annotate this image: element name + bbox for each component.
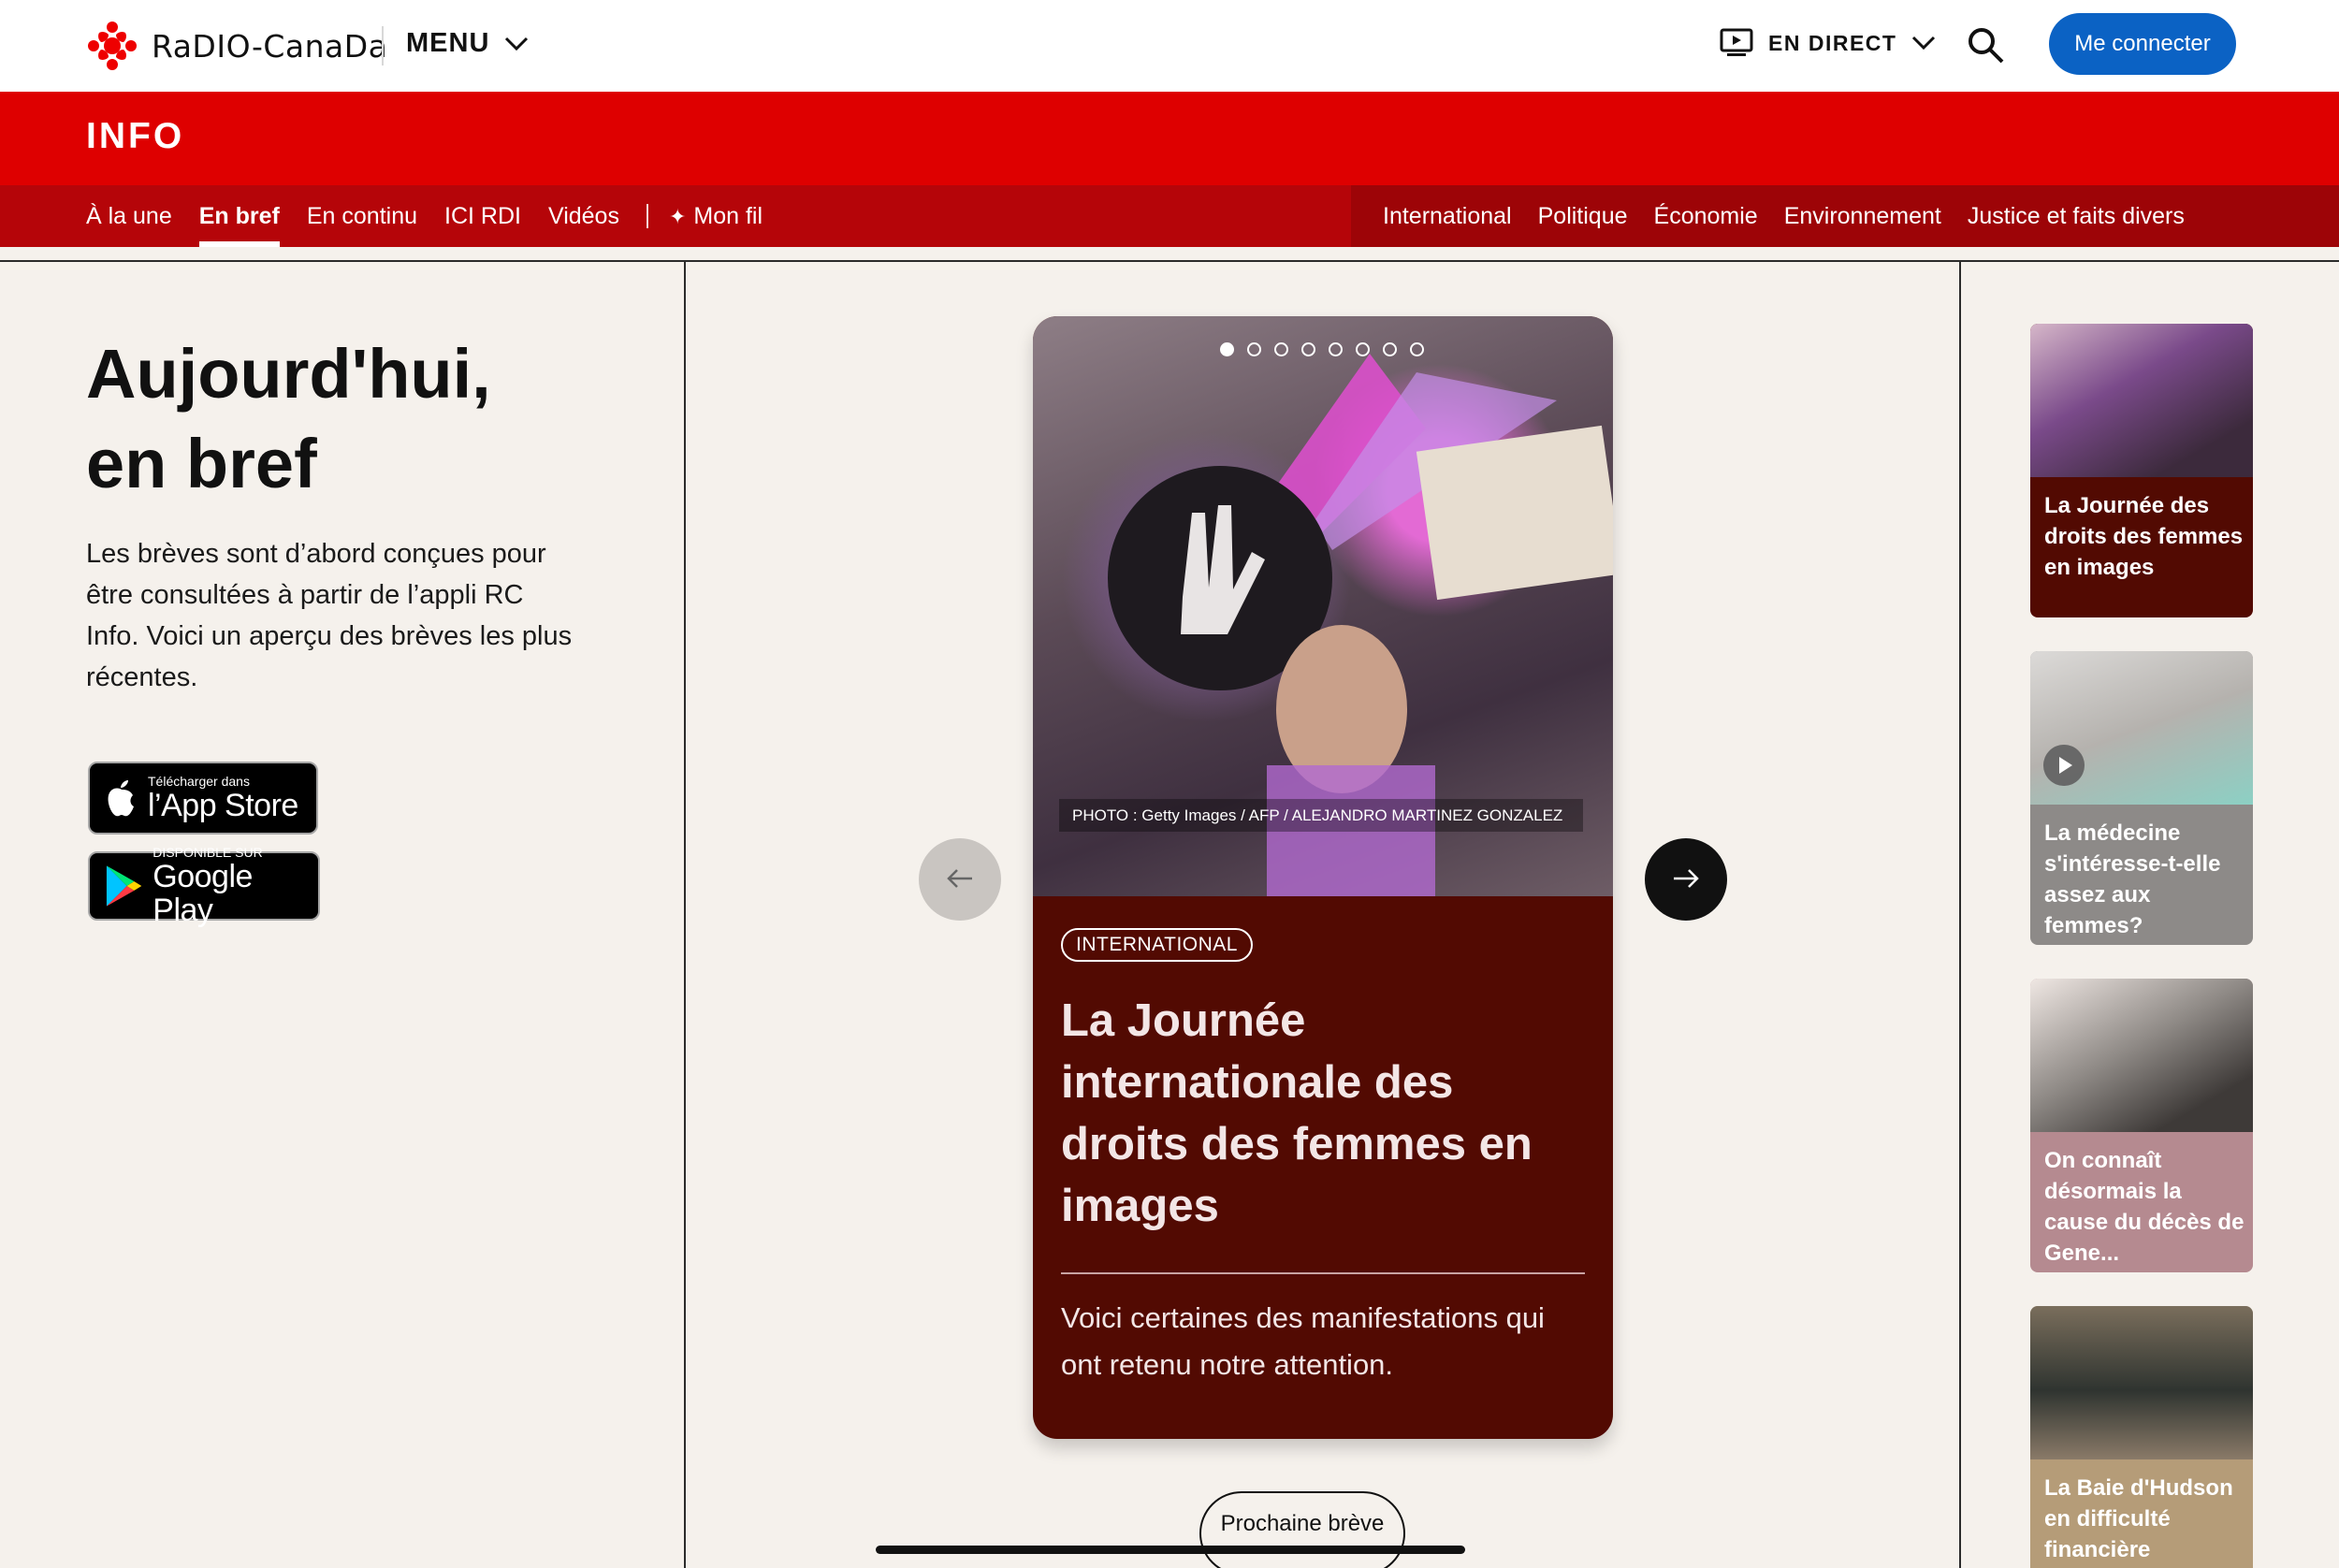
topic-justice[interactable]: Justice et faits divers [1968, 185, 2185, 247]
story-description: Voici certaines des manifestations qui o… [1061, 1301, 1545, 1381]
arrow-left-icon [947, 868, 972, 888]
topic-politique[interactable]: Politique [1538, 185, 1628, 247]
live-button[interactable]: EN DIRECT [1720, 28, 1936, 58]
story-title: La Journée internationale des droits des… [1061, 995, 1533, 1231]
section-title[interactable]: INFO [86, 116, 184, 157]
radio-canada-logo[interactable]: RaDIO-CanaDa [86, 21, 387, 71]
subnav-left: À la une En bref En continu ICI RDI Vidé… [86, 185, 790, 247]
scroll-indicator [876, 1546, 1465, 1554]
tv-play-icon [1720, 28, 1753, 56]
top-header: RaDIO-CanaDa MENU EN DIRECT Me connecter [0, 0, 2339, 92]
topic-environnement[interactable]: Environnement [1784, 185, 1941, 247]
sparkle-icon: ✦ [668, 205, 687, 228]
search-icon[interactable] [1965, 24, 2006, 65]
nav-divider [646, 204, 648, 228]
tab-a-la-une[interactable]: À la une [86, 185, 172, 247]
google-play-big: Google Play [153, 859, 253, 928]
content-top-rule [0, 260, 2339, 262]
carousel-dot[interactable] [1301, 342, 1315, 356]
thumbnail-image [2030, 979, 2253, 1132]
story-card[interactable]: PHOTO : Getty Images / AFP / ALEJANDRO M… [1033, 316, 1613, 1439]
page-title-line2: en bref [86, 425, 317, 502]
carousel-dot[interactable] [1274, 342, 1288, 356]
subnav-topics: International Politique Économie Environ… [1383, 185, 2211, 247]
app-store-big: l’App Store [148, 788, 298, 823]
chevron-down-icon [1912, 36, 1936, 51]
app-store-small: Télécharger dans [148, 774, 250, 789]
page-title-line1: Aujourd'hui, [86, 335, 491, 413]
chevron-down-icon [505, 36, 529, 51]
sign-in-button[interactable]: Me connecter [2049, 13, 2236, 75]
google-play-small: DISPONIBLE SUR [153, 845, 263, 860]
column-divider [684, 262, 686, 1568]
carousel-dot[interactable] [1356, 342, 1370, 356]
story-photo: PHOTO : Getty Images / AFP / ALEJANDRO M… [1033, 316, 1613, 896]
gem-logo-icon [88, 22, 137, 70]
tab-ici-rdi[interactable]: ICI RDI [444, 185, 521, 247]
google-play-icon [106, 865, 142, 907]
page-title: Aujourd'hui, en bref [86, 329, 491, 509]
menu-button[interactable]: MENU [406, 28, 529, 59]
google-play-badge[interactable]: DISPONIBLE SUR Google Play [88, 845, 320, 927]
thumbnail-title: La Journée des droits des femmes en imag… [2044, 493, 2244, 580]
thumbnail-card[interactable]: La médecine s'intéresse-t-elle assez aux… [2030, 651, 2253, 945]
tab-mon-fil[interactable]: ✦ Mon fil [669, 185, 763, 247]
logo-text: RaDIO-CanaDa [152, 27, 388, 65]
live-label: EN DIRECT [1768, 30, 1897, 55]
carousel-dot[interactable] [1247, 342, 1261, 356]
thumbnail-card[interactable]: La Journée des droits des femmes en imag… [2030, 324, 2253, 617]
carousel-dots [1220, 342, 1437, 356]
previous-button[interactable] [919, 838, 1001, 921]
carousel-dot[interactable] [1383, 342, 1397, 356]
play-icon [2043, 745, 2085, 786]
tab-en-bref[interactable]: En bref [198, 185, 281, 247]
story-category-tag: INTERNATIONAL [1061, 928, 1253, 962]
thumbnail-card[interactable]: La Baie d'Hudson en difficulté financièr… [2030, 1306, 2253, 1568]
tab-mon-fil-label: Mon fil [693, 203, 763, 229]
thumbnail-title: La Baie d'Hudson en difficulté financièr… [2044, 1475, 2233, 1562]
arrow-right-icon [1674, 868, 1699, 888]
section-banner [0, 92, 2339, 185]
carousel-dot[interactable] [1220, 342, 1234, 356]
story-divider [1061, 1272, 1585, 1274]
topic-international[interactable]: International [1383, 185, 1512, 247]
carousel-dot[interactable] [1410, 342, 1424, 356]
carousel-dot[interactable] [1329, 342, 1343, 356]
photo-credit: PHOTO : Getty Images / AFP / ALEJANDRO M… [1059, 799, 1583, 832]
topic-economie[interactable]: Économie [1654, 185, 1758, 247]
next-button[interactable] [1645, 838, 1727, 921]
tab-en-continu[interactable]: En continu [307, 185, 417, 247]
thumbnail-title: On connaît désormais la cause du décès d… [2044, 1148, 2245, 1266]
thumbnail-image [2030, 324, 2253, 477]
menu-label: MENU [406, 28, 490, 58]
thumbnail-title: La médecine s'intéresse-t-elle assez aux… [2044, 820, 2221, 938]
apple-icon [108, 780, 134, 817]
intro-text: Les brèves sont d’abord conçues pour êtr… [86, 539, 573, 692]
header-divider [382, 26, 384, 65]
next-brief-button[interactable]: Prochaine brève [1199, 1491, 1405, 1568]
app-store-badge[interactable]: Télécharger dans l’App Store [88, 762, 318, 835]
thumbnail-image [2030, 1306, 2253, 1459]
thumbnail-card[interactable]: On connaît désormais la cause du décès d… [2030, 979, 2253, 1272]
column-divider [1959, 262, 1961, 1568]
tab-videos[interactable]: Vidéos [548, 185, 619, 247]
